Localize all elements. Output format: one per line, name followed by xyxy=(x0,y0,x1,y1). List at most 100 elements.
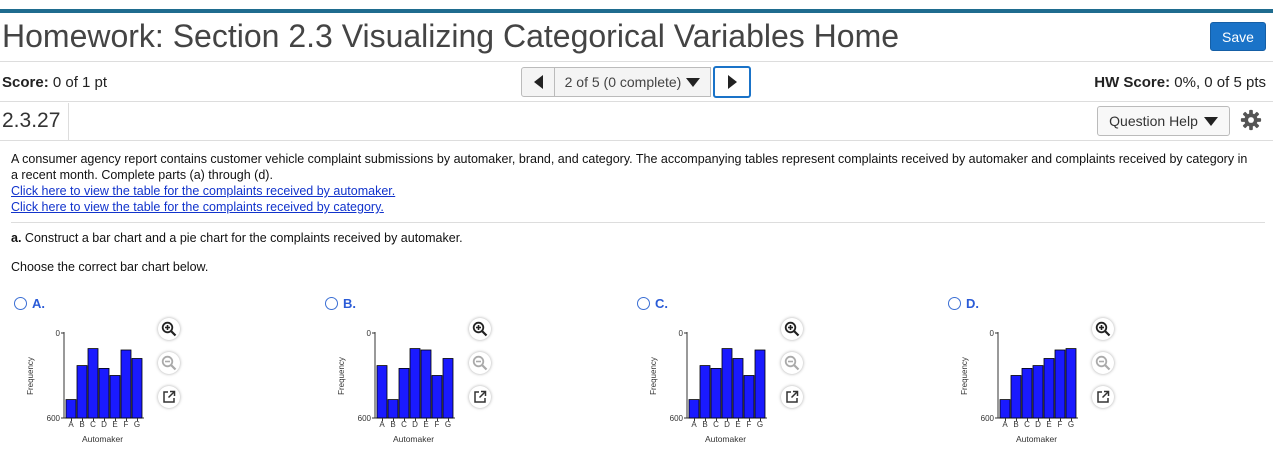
bar-a xyxy=(376,365,388,419)
option-a-bar-chart: Frequency 600 0 A B C D E F G Automaker xyxy=(26,329,144,444)
question-select[interactable]: 2 of 5 (0 complete) xyxy=(555,67,711,97)
part-a-text: Construct a bar chart and a pie chart fo… xyxy=(21,231,463,245)
category-table-link[interactable]: Click here to view the table for the com… xyxy=(11,200,384,214)
y-axis-label: Frequency xyxy=(337,357,346,395)
option-d-open-button[interactable] xyxy=(1092,386,1114,408)
divider xyxy=(0,101,1273,102)
hw-score-value: 0%, 0 of 5 pts xyxy=(1174,74,1266,91)
option-d-zoom-out-button[interactable] xyxy=(1092,352,1114,374)
arrow-left-icon xyxy=(533,75,543,89)
x-tick-label: A xyxy=(691,420,697,429)
previous-question-button[interactable] xyxy=(521,67,555,97)
option-a-zoom-out-button[interactable] xyxy=(158,352,180,374)
x-tick-label: D xyxy=(1035,420,1041,429)
zoom-out-icon xyxy=(784,355,800,371)
zoom-out-icon xyxy=(161,355,177,371)
option-a-zoom-in-button[interactable] xyxy=(158,318,180,340)
bar-g xyxy=(754,349,766,419)
divider xyxy=(68,103,69,140)
option-c-zoom-out-button[interactable] xyxy=(781,352,803,374)
zoom-out-icon xyxy=(1095,355,1111,371)
option-d-label: D. xyxy=(966,296,979,311)
x-tick-label: F xyxy=(435,420,440,429)
open-external-icon xyxy=(163,390,176,403)
x-tick-label: F xyxy=(124,420,129,429)
y-tick-label: 600 xyxy=(670,414,684,423)
caret-down-icon xyxy=(1203,116,1218,126)
x-tick-label: G xyxy=(445,420,451,429)
option-d-radio[interactable] xyxy=(948,297,961,310)
bar-a xyxy=(688,399,700,419)
x-axis-label: Automaker xyxy=(705,434,746,444)
question-help-button[interactable]: Question Help xyxy=(1097,106,1230,136)
x-axis-label: Automaker xyxy=(1016,434,1057,444)
y-axis-label: Frequency xyxy=(649,357,658,395)
x-tick-label: B xyxy=(702,420,707,429)
option-d-bar-chart: Frequency 600 0 A B C D E F G Automaker xyxy=(960,329,1078,444)
score: Score: 0 of 1 pt xyxy=(2,74,107,91)
zoom-in-icon xyxy=(472,321,488,337)
option-b-bar-chart: Frequency 600 0 A B C D E F G Automaker xyxy=(337,329,455,444)
y-tick-label: 600 xyxy=(981,414,995,423)
option-d-zoom-in-button[interactable] xyxy=(1092,318,1114,340)
bar-b xyxy=(76,365,88,419)
save-button[interactable]: Save xyxy=(1210,22,1266,51)
bar-d xyxy=(409,348,421,419)
x-tick-label: C xyxy=(401,420,407,429)
bar-g xyxy=(442,358,454,419)
y-tick-label: 0 xyxy=(990,329,995,338)
x-tick-label: E xyxy=(1046,420,1051,429)
option-a-open-button[interactable] xyxy=(158,386,180,408)
x-axis-label: Automaker xyxy=(393,434,434,444)
hw-score: HW Score: 0%, 0 of 5 pts xyxy=(1094,74,1266,91)
option-a-label: A. xyxy=(32,296,45,311)
next-question-button[interactable] xyxy=(713,66,751,98)
question-help-label: Question Help xyxy=(1109,113,1198,129)
x-tick-label: C xyxy=(90,420,96,429)
bar-f xyxy=(120,349,132,419)
zoom-in-icon xyxy=(161,321,177,337)
x-tick-label: D xyxy=(101,420,107,429)
x-tick-label: G xyxy=(1068,420,1074,429)
x-tick-label: E xyxy=(735,420,740,429)
bar-d xyxy=(98,368,110,419)
bar-b xyxy=(387,399,399,419)
bar-e xyxy=(109,375,121,419)
bar-g xyxy=(1065,348,1077,419)
bar-c xyxy=(1021,368,1033,419)
gear-icon[interactable] xyxy=(1240,109,1262,131)
open-external-icon xyxy=(786,390,799,403)
bar-c xyxy=(710,368,722,419)
bar-g xyxy=(131,358,143,419)
question-number: 2.3.27 xyxy=(2,109,61,132)
automaker-table-link[interactable]: Click here to view the table for the com… xyxy=(11,184,395,198)
part-a-prompt: a. Construct a bar chart and a pie chart… xyxy=(11,230,463,246)
score-label: Score: xyxy=(2,74,49,91)
option-c-radio[interactable] xyxy=(637,297,650,310)
y-axis-label: Frequency xyxy=(26,357,35,395)
y-axis-label: Frequency xyxy=(960,357,969,395)
y-tick-label: 0 xyxy=(367,329,372,338)
bar-a xyxy=(999,399,1011,419)
option-b-radio[interactable] xyxy=(325,297,338,310)
question-select-label: 2 of 5 (0 complete) xyxy=(564,74,682,90)
arrow-right-icon xyxy=(727,75,737,89)
bar-e xyxy=(420,349,432,419)
x-tick-label: B xyxy=(390,420,395,429)
bar-e xyxy=(1043,358,1055,419)
x-tick-label: F xyxy=(747,420,752,429)
option-c-zoom-in-button[interactable] xyxy=(781,318,803,340)
bar-b xyxy=(1010,375,1022,419)
option-a-radio[interactable] xyxy=(14,297,27,310)
x-tick-label: D xyxy=(412,420,418,429)
option-b-open-button[interactable] xyxy=(469,386,491,408)
y-tick-label: 600 xyxy=(358,414,372,423)
option-c-open-button[interactable] xyxy=(781,386,803,408)
option-b-zoom-out-button[interactable] xyxy=(469,352,491,374)
x-tick-label: B xyxy=(1013,420,1018,429)
hw-score-label: HW Score: xyxy=(1094,74,1171,91)
x-axis-label: Automaker xyxy=(82,434,123,444)
bar-d xyxy=(721,348,733,419)
open-external-icon xyxy=(1097,390,1110,403)
option-b-zoom-in-button[interactable] xyxy=(469,318,491,340)
